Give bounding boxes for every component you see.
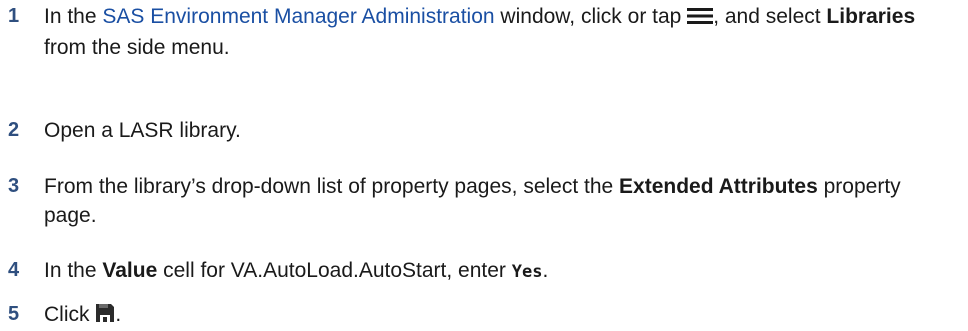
extended-attributes-label: Extended Attributes	[619, 175, 818, 198]
step-5: 5 Click .	[0, 300, 954, 331]
step-text-pre: In the	[44, 259, 103, 282]
step-number: 2	[8, 119, 20, 141]
step-text: In the Value cell for VA.AutoLoad.AutoSt…	[44, 256, 954, 287]
step-text-pre: From the library’s drop-down list of pro…	[44, 175, 620, 198]
hamburger-menu-icon	[687, 4, 714, 33]
value-label: Value	[102, 259, 158, 282]
step-text-mid: cell for VA.AutoLoad.AutoStart, enter	[157, 259, 512, 282]
step-1: 1 In the SAS Environment Manager Adminis…	[0, 2, 954, 62]
step-number: 1	[8, 5, 20, 27]
step-number: 4	[8, 259, 20, 281]
instruction-steps: 1 In the SAS Environment Manager Adminis…	[0, 0, 968, 327]
step-text-pre: In the	[44, 5, 103, 28]
step-number: 5	[8, 303, 20, 325]
step-text-mid: window, click or tap	[494, 5, 688, 28]
step-2: 2 Open a LASR library.	[0, 116, 954, 145]
step-text-post: .	[115, 303, 122, 326]
step-3: 3 From the library’s drop-down list of p…	[0, 172, 954, 230]
step-text-after-icon: , and select	[713, 5, 827, 28]
step-text-post: from the side menu.	[44, 36, 230, 59]
step-text: Open a LASR library.	[44, 119, 241, 142]
step-4: 4 In the Value cell for VA.AutoLoad.Auto…	[0, 256, 954, 287]
step-number: 3	[8, 175, 20, 197]
sas-environment-manager-link[interactable]: SAS Environment Manager Administration	[102, 5, 494, 28]
step-text-pre: Click	[44, 303, 96, 326]
step-text: Click .	[44, 300, 954, 331]
step-text-post: .	[542, 259, 549, 282]
libraries-label: Libraries	[826, 5, 916, 28]
step-text: From the library’s drop-down list of pro…	[44, 172, 954, 230]
step-text: In the SAS Environment Manager Administr…	[44, 2, 954, 62]
yes-code: Yes	[511, 262, 543, 282]
